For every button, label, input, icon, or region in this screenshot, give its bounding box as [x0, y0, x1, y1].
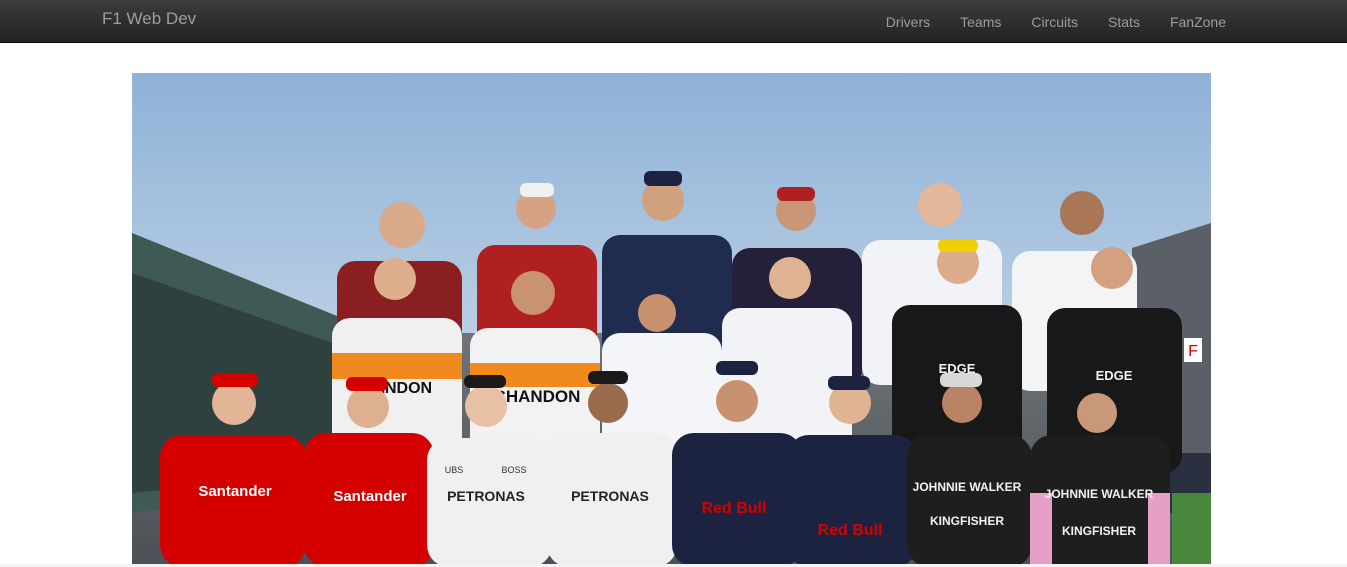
- hero-text-johnnie-walker-2: JOHNNIE WALKER: [1045, 487, 1154, 501]
- hero-text-boss: BOSS: [501, 465, 526, 475]
- brand-link[interactable]: F1 Web Dev: [102, 9, 196, 29]
- hero-text-redbull-1: Red Bull: [702, 500, 767, 517]
- hero-text-ubs: UBS: [445, 465, 464, 475]
- driver-group-photo: F HANDON CHANDON EDGE EDGE Santander San…: [132, 73, 1211, 567]
- nav-links: Drivers Teams Circuits Stats FanZone: [871, 0, 1241, 43]
- hero-text-johnnie-walker-1: JOHNNIE WALKER: [913, 480, 1022, 494]
- nav-link-teams[interactable]: Teams: [945, 4, 1016, 40]
- hero-driver-photo: F HANDON CHANDON EDGE EDGE Santander San…: [132, 73, 1211, 567]
- hero-text-kingfisher-2: KINGFISHER: [1062, 524, 1136, 538]
- hero-sign-f: F: [1188, 343, 1198, 360]
- hero-text-petronas-2: PETRONAS: [571, 488, 649, 504]
- hero-text-redbull-2: Red Bull: [818, 522, 883, 539]
- nav-link-circuits[interactable]: Circuits: [1016, 4, 1093, 40]
- top-navbar: F1 Web Dev Drivers Teams Circuits Stats …: [0, 0, 1347, 43]
- hero-text-petronas-1: PETRONAS: [447, 488, 525, 504]
- nav-link-drivers[interactable]: Drivers: [871, 4, 945, 40]
- hero-text-santander-2: Santander: [333, 488, 407, 505]
- nav-link-fanzone[interactable]: FanZone: [1155, 4, 1241, 40]
- nav-link-stats[interactable]: Stats: [1093, 4, 1155, 40]
- hero-text-edge-2: EDGE: [1096, 368, 1133, 383]
- hero-text-santander-1: Santander: [198, 483, 272, 500]
- hero-text-kingfisher-1: KINGFISHER: [930, 514, 1004, 528]
